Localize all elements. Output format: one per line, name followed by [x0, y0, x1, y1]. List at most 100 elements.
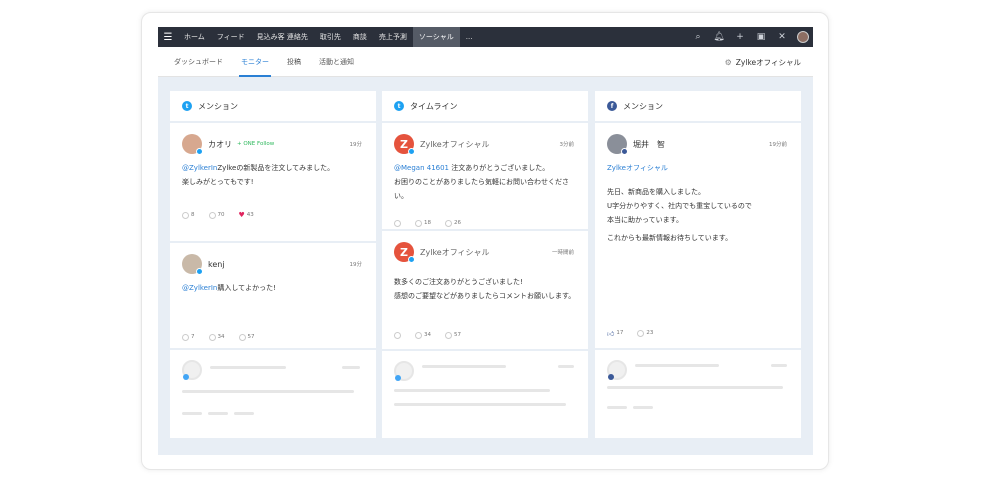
loading-placeholder — [595, 350, 801, 409]
post-time: 一時間前 — [551, 250, 574, 256]
app-window: ☰ ホーム フィード 見込み客 連絡先 取引先 商談 売上予測 ソーシャル ..… — [158, 27, 813, 455]
list-item[interactable]: Z Zylkeオフィシャル 一時間前 数多くのご注文ありがとうございました! 感… — [382, 231, 588, 351]
column-mentions-facebook: f メンション 堀井 智 19分前 Zylkeオフィシャル 先日、新商品を購入し… — [595, 91, 801, 438]
main-nav: ホーム フィード 見込み客 連絡先 取引先 商談 売上予測 ソーシャル ... — [178, 27, 478, 47]
column-header: t メンション — [170, 91, 376, 123]
follow-badge[interactable]: + ONE Follow — [237, 141, 274, 147]
tab-monitor[interactable]: モニター — [239, 47, 271, 77]
post-text: @ZylkerInZylkeの新製品を注文してみました。 楽しみがとってもです! — [182, 164, 335, 186]
post-stats: 7 34 57 — [182, 327, 364, 347]
brand-label: Zylkeオフィシャル — [735, 57, 801, 67]
gear-icon: ⚙ — [724, 57, 732, 67]
tab-dashboard[interactable]: ダッシュボード — [174, 47, 223, 77]
list-item[interactable]: kenj 19分 @ZylkerIn購入してよかった! 7 34 57 — [170, 243, 376, 350]
post-text: 数多くのご注文ありがとうございました! 感想のご要望などがありましたらコメントお… — [394, 278, 576, 300]
sub-tabs: ダッシュボード モニター 投稿 活動と通知 ⚙ Zylkeオフィシャル — [158, 47, 813, 77]
heart-icon[interactable]: ♥ — [239, 211, 245, 219]
post-time: 19分 — [349, 262, 363, 268]
post-stats: 👍︎ 17 23 — [607, 329, 654, 338]
monitor-board: t メンション カオリ + ONE Follow 19分 @ZylkerInZy… — [158, 77, 813, 455]
top-icons: ⌕ 🔔︎ + ▣ ✕ — [692, 27, 809, 47]
like-icon[interactable] — [445, 219, 452, 227]
post-author[interactable]: 堀井 智 — [633, 139, 665, 150]
avatar[interactable] — [182, 134, 203, 155]
column-header: f メンション — [595, 91, 801, 123]
twitter-badge-icon — [183, 374, 189, 380]
post-author[interactable]: カオリ — [208, 139, 232, 150]
post-stats: 18 26 — [394, 213, 576, 233]
post-time: 19分 — [349, 142, 363, 148]
nav-item-feed[interactable]: フィード — [211, 27, 251, 47]
list-item[interactable]: Z Zylkeオフィシャル 3分前 @Megan 41601 注文ありがとうござ… — [382, 123, 588, 231]
avatar[interactable] — [182, 254, 203, 275]
brand-avatar[interactable]: Z — [394, 242, 415, 263]
post-text: @ZylkerIn購入してよかった! — [182, 284, 276, 292]
post-time: 3分前 — [559, 142, 575, 148]
plus-icon[interactable]: + — [734, 32, 746, 42]
post-body: 先日、新商品を購入しました。 U字分かりやすく、社内でも重宝しているので 本当に… — [607, 188, 752, 224]
retweet-icon[interactable] — [208, 211, 216, 219]
post-text: @Megan 41601 注文ありがとうございました。 お困りのことがありました… — [394, 164, 569, 200]
nav-item-social[interactable]: ソーシャル — [412, 27, 460, 47]
column-timeline-twitter: t タイムライン Z Zylkeオフィシャル 3分前 @Megan 41601 … — [382, 91, 588, 438]
search-icon[interactable]: ⌕ — [692, 32, 704, 42]
reply-icon[interactable] — [182, 333, 189, 341]
mention-link[interactable]: @ZylkerIn — [182, 284, 217, 292]
retweet-icon[interactable] — [415, 331, 422, 339]
post-stats: 34 57 — [394, 325, 576, 345]
nav-item-leads[interactable]: 見込み客 連絡先 — [251, 27, 314, 47]
tools-icon[interactable]: ✕ — [776, 32, 788, 42]
facebook-icon: f — [607, 101, 617, 111]
column-title: メンション — [198, 101, 238, 111]
brand-avatar[interactable]: Z — [394, 134, 415, 155]
retweet-icon[interactable] — [415, 219, 422, 227]
twitter-icon: t — [394, 101, 404, 111]
loading-placeholder — [170, 350, 376, 415]
tab-posts[interactable]: 投稿 — [287, 47, 301, 77]
reply-icon[interactable] — [394, 331, 401, 339]
post-stats: 8 70 ♥ 43 — [182, 205, 364, 225]
placeholder-avatar — [394, 361, 414, 381]
retweet-icon[interactable] — [208, 333, 216, 341]
tab-activity[interactable]: 活動と通知 — [319, 47, 354, 77]
twitter-icon: t — [182, 101, 192, 111]
post-author[interactable]: Zylkeオフィシャル — [420, 247, 490, 258]
nav-item-home[interactable]: ホーム — [178, 27, 211, 47]
twitter-badge-icon — [395, 375, 401, 381]
like-icon[interactable] — [445, 331, 452, 339]
menu-icon[interactable]: ☰ — [158, 27, 178, 47]
mention-link[interactable]: @Megan 41601 — [394, 164, 449, 172]
post-time: 19分前 — [769, 142, 787, 148]
brand-settings[interactable]: ⚙ Zylkeオフィシャル — [725, 47, 801, 77]
bell-icon[interactable]: 🔔︎ — [713, 32, 725, 42]
nav-item-forecast[interactable]: 売上予測 — [373, 27, 413, 47]
nav-item-deals[interactable]: 商談 — [347, 27, 373, 47]
post-author[interactable]: kenj — [208, 260, 225, 269]
post-body-2: これからも最新情報お待ちしています。 — [607, 234, 733, 242]
avatar[interactable] — [607, 134, 628, 155]
placeholder-avatar — [607, 360, 627, 380]
twitter-badge-icon — [408, 256, 415, 263]
mention-link[interactable]: Zylkeオフィシャル — [607, 164, 668, 172]
list-item[interactable]: カオリ + ONE Follow 19分 @ZylkerInZylkeの新製品を… — [170, 123, 376, 243]
reply-icon[interactable] — [394, 219, 401, 227]
facebook-badge-icon — [621, 148, 628, 155]
calendar-icon[interactable]: ▣ — [755, 32, 767, 42]
reply-icon[interactable] — [182, 211, 189, 219]
thumbs-up-icon[interactable]: 👍︎ — [607, 329, 614, 338]
post-author[interactable]: Zylkeオフィシャル — [420, 139, 490, 150]
like-icon[interactable] — [238, 333, 246, 341]
nav-item-accounts[interactable]: 取引先 — [314, 27, 347, 47]
nav-item-more[interactable]: ... — [460, 27, 479, 47]
facebook-badge-icon — [608, 374, 614, 380]
loading-placeholder — [382, 351, 588, 406]
user-avatar[interactable] — [797, 31, 809, 43]
top-nav-bar: ☰ ホーム フィード 見込み客 連絡先 取引先 商談 売上予測 ソーシャル ..… — [158, 27, 813, 47]
placeholder-avatar — [182, 360, 202, 380]
mention-link[interactable]: @ZylkerIn — [182, 164, 217, 172]
list-item[interactable]: 堀井 智 19分前 Zylkeオフィシャル 先日、新商品を購入しました。 U字分… — [595, 123, 801, 350]
comment-icon[interactable] — [637, 329, 645, 337]
post-text: Zylkeオフィシャル — [607, 161, 789, 175]
column-title: タイムライン — [410, 101, 458, 111]
twitter-badge-icon — [196, 148, 203, 155]
